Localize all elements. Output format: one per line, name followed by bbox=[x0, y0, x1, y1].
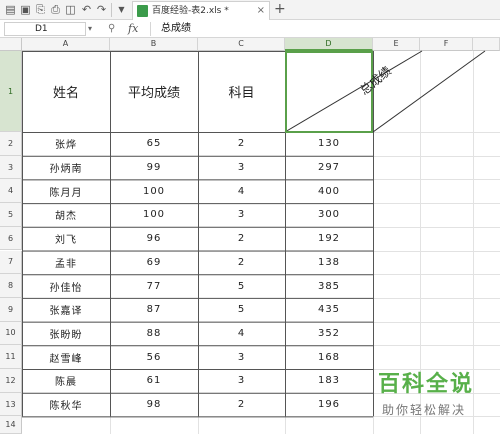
save-icon[interactable]: ▣ bbox=[19, 3, 32, 16]
total-cell[interactable]: 385 bbox=[285, 274, 373, 298]
row-header-2[interactable]: 2 bbox=[0, 132, 22, 156]
total-cell[interactable]: 196 bbox=[285, 393, 373, 417]
avg-cell[interactable]: 87 bbox=[110, 298, 198, 322]
row-header-13[interactable]: 13 bbox=[0, 392, 22, 417]
chevron-down-icon[interactable]: ▾ bbox=[88, 22, 92, 36]
row-header-12[interactable]: 12 bbox=[0, 369, 22, 393]
avg-cell[interactable]: 100 bbox=[110, 179, 198, 203]
name-cell[interactable]: 孙佳怡 bbox=[22, 274, 110, 298]
tab-label: 百度经验-表2.xls * bbox=[152, 6, 229, 16]
subject-cell[interactable]: 5 bbox=[198, 274, 285, 298]
column-header-a[interactable]: A bbox=[22, 38, 110, 51]
total-cell[interactable]: 435 bbox=[285, 298, 373, 322]
name-cell[interactable]: 孟非 bbox=[22, 251, 110, 275]
name-cell[interactable]: 刘飞 bbox=[22, 227, 110, 251]
column-header-d[interactable]: D bbox=[285, 38, 373, 51]
header-avg-cell[interactable]: 平均成绩 bbox=[110, 51, 198, 132]
total-score-header[interactable]: 总成绩 bbox=[339, 48, 411, 112]
column-header-e[interactable]: E bbox=[373, 38, 420, 51]
total-cell[interactable]: 168 bbox=[285, 345, 373, 369]
name-cell[interactable]: 陈月月 bbox=[22, 179, 110, 203]
avg-cell[interactable]: 100 bbox=[110, 203, 198, 227]
subject-cell[interactable]: 2 bbox=[198, 251, 285, 275]
name-cell[interactable]: 胡杰 bbox=[22, 203, 110, 227]
column-header-blank[interactable] bbox=[473, 38, 500, 51]
avg-cell[interactable]: 69 bbox=[110, 251, 198, 275]
subject-cell[interactable]: 3 bbox=[198, 203, 285, 227]
total-cell[interactable]: 297 bbox=[285, 156, 373, 180]
formula-input[interactable]: 总成绩 bbox=[150, 22, 498, 36]
fx-icon[interactable]: fx bbox=[128, 21, 138, 36]
undo-icon[interactable]: ↶ bbox=[80, 3, 93, 16]
row-header-8[interactable]: 8 bbox=[0, 274, 22, 298]
name-cell[interactable]: 张盼盼 bbox=[22, 322, 110, 346]
row-header-14[interactable]: 14 bbox=[0, 416, 22, 434]
avg-cell[interactable]: 77 bbox=[110, 274, 198, 298]
avg-cell[interactable]: 99 bbox=[110, 156, 198, 180]
subject-cell[interactable]: 4 bbox=[198, 179, 285, 203]
baike-watermark-logo: 百科全说 助你轻松解决 bbox=[372, 370, 500, 434]
subject-cell[interactable]: 2 bbox=[198, 227, 285, 251]
name-cell[interactable]: 赵雪峰 bbox=[22, 345, 110, 369]
total-cell[interactable]: 192 bbox=[285, 227, 373, 251]
row-header-11[interactable]: 11 bbox=[0, 345, 22, 369]
total-cell[interactable]: 352 bbox=[285, 322, 373, 346]
toolbar-separator bbox=[111, 3, 112, 17]
xls-file-icon bbox=[137, 5, 148, 17]
watermark-subtitle: 助你轻松解决 bbox=[382, 403, 467, 417]
row-header-10[interactable]: 10 bbox=[0, 321, 22, 346]
subject-cell[interactable]: 3 bbox=[198, 156, 285, 180]
row-header-1[interactable]: 1 bbox=[0, 51, 22, 132]
row-header-3[interactable]: 3 bbox=[0, 155, 22, 180]
subject-cell[interactable]: 2 bbox=[198, 132, 285, 156]
name-cell[interactable]: 张嘉译 bbox=[22, 298, 110, 322]
close-icon[interactable]: × bbox=[257, 4, 265, 17]
select-all-corner[interactable] bbox=[0, 38, 22, 51]
subject-cell[interactable]: 3 bbox=[198, 369, 285, 393]
name-box[interactable]: D1 bbox=[4, 22, 86, 36]
export-icon[interactable]: ⎘ bbox=[34, 3, 47, 16]
subject-cell[interactable]: 2 bbox=[198, 393, 285, 417]
header-subject-cell[interactable]: 科目 bbox=[198, 51, 285, 132]
name-cell[interactable]: 陈秋华 bbox=[22, 393, 110, 417]
avg-cell[interactable]: 65 bbox=[110, 132, 198, 156]
avg-cell[interactable]: 96 bbox=[110, 227, 198, 251]
subject-cell[interactable]: 5 bbox=[198, 298, 285, 322]
header-name-cell[interactable]: 姓名 bbox=[22, 51, 110, 132]
toolbar: ▤ ▣ ⎘ ⎙ ◫ ↶ ↷ ▼ 百度经验-表2.xls * × + bbox=[0, 0, 500, 20]
avg-cell[interactable]: 88 bbox=[110, 322, 198, 346]
row-header-5[interactable]: 5 bbox=[0, 203, 22, 227]
avg-cell[interactable]: 56 bbox=[110, 345, 198, 369]
dropdown-icon[interactable]: ▼ bbox=[115, 3, 128, 16]
row-header-6[interactable]: 6 bbox=[0, 226, 22, 251]
preview-icon[interactable]: ◫ bbox=[64, 3, 77, 16]
workbook-tab[interactable]: 百度经验-表2.xls * × bbox=[132, 1, 270, 20]
row-header-7[interactable]: 7 bbox=[0, 250, 22, 275]
document-icon[interactable]: ▤ bbox=[4, 3, 17, 16]
name-cell[interactable]: 张烨 bbox=[22, 132, 110, 156]
zoom-icon[interactable]: ⚲ bbox=[108, 22, 115, 36]
redo-icon[interactable]: ↷ bbox=[95, 3, 108, 16]
total-cell[interactable]: 183 bbox=[285, 369, 373, 393]
total-cell[interactable]: 130 bbox=[285, 132, 373, 156]
column-header-f[interactable]: F bbox=[420, 38, 473, 51]
name-cell[interactable]: 孙炳南 bbox=[22, 156, 110, 180]
name-cell[interactable]: 陈晨 bbox=[22, 369, 110, 393]
row-header-4[interactable]: 4 bbox=[0, 179, 22, 204]
column-header-b[interactable]: B bbox=[110, 38, 198, 51]
total-cell[interactable]: 300 bbox=[285, 203, 373, 227]
avg-cell[interactable]: 61 bbox=[110, 369, 198, 393]
column-header-c[interactable]: C bbox=[198, 38, 285, 51]
print-icon[interactable]: ⎙ bbox=[49, 3, 62, 16]
formula-bar: D1 ▾ ⚲ fx 总成绩 bbox=[0, 20, 500, 38]
total-cell[interactable]: 138 bbox=[285, 251, 373, 275]
avg-cell[interactable]: 98 bbox=[110, 393, 198, 417]
subject-cell[interactable]: 3 bbox=[198, 345, 285, 369]
watermark-title: 百科全说 bbox=[378, 372, 475, 397]
subject-cell[interactable]: 4 bbox=[198, 322, 285, 346]
row-header-9[interactable]: 9 bbox=[0, 297, 22, 322]
total-cell[interactable]: 400 bbox=[285, 179, 373, 203]
new-tab-button[interactable]: + bbox=[274, 1, 286, 18]
